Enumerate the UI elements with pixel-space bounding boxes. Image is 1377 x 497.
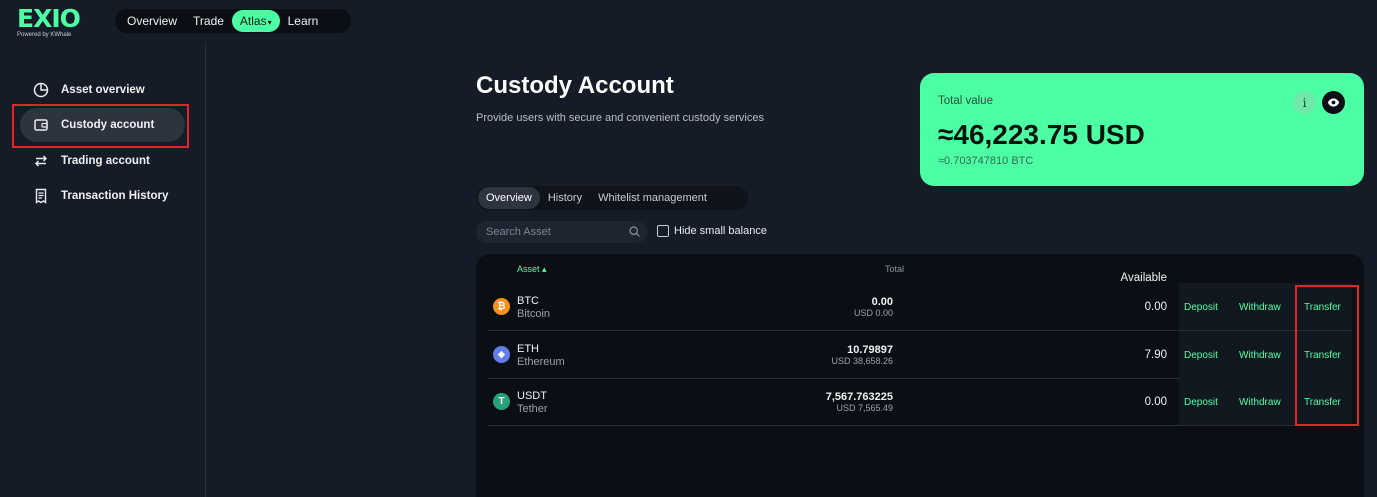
receipt-icon [32,187,50,205]
logo-wordmark: EXIO [17,4,81,33]
sort-up-icon: ▴ [542,264,547,274]
tab-history[interactable]: History [540,187,590,209]
account-tabs: Overview History Whitelist management [476,186,748,210]
asset-symbol: USDT [517,390,547,402]
sidebar-item-transaction-history[interactable]: Transaction History [20,179,185,213]
nav-atlas[interactable]: Atlas▾ [231,10,280,32]
highlight-custody-account [12,104,189,148]
withdraw-button[interactable]: Withdraw [1239,397,1281,408]
exio-logo[interactable]: EXIO Powered by KWhale [17,6,97,38]
chevron-down-icon: ▾ [267,18,272,27]
total-value-label: Total value [938,95,993,107]
eye-icon[interactable] [1322,91,1345,114]
hide-small-balance-checkbox[interactable] [657,225,669,237]
bitcoin-icon: ₿ [493,298,510,315]
asset-total: 0.00 [871,296,893,308]
table-row: ◆ ETH Ethereum 10.79897 USD 38,658.26 7.… [488,331,1352,379]
tab-whitelist-management[interactable]: Whitelist management [590,187,715,209]
asset-name: Ethereum [517,356,565,368]
asset-total: 7,567.763225 [825,391,893,403]
table-row: ₿ BTC Bitcoin 0.00 USD 0.00 0.00 Deposit… [488,283,1352,331]
page-subtitle: Provide users with secure and convenient… [476,112,764,124]
total-value-card: Total value ≈46,223.75 USD ≈0.703747810 … [920,73,1364,186]
swap-arrows-icon [32,152,50,170]
deposit-button[interactable]: Deposit [1184,350,1218,361]
sidebar-item-trading-account[interactable]: Trading account [20,144,185,178]
hide-small-balance-label: Hide small balance [674,225,767,237]
hide-small-balance-toggle[interactable]: Hide small balance [657,225,767,237]
page-title: Custody Account [476,72,674,99]
highlight-transfer-column [1295,285,1359,426]
asset-name: Tether [517,403,548,415]
nav-trade[interactable]: Trade [185,10,232,32]
sidebar-item-asset-overview[interactable]: Asset overview [20,73,185,107]
asset-symbol: BTC [517,295,539,307]
tether-icon: T [493,393,510,410]
nav-atlas-label: Atlas [239,14,267,28]
nav-learn[interactable]: Learn [280,10,327,32]
info-icon[interactable]: i [1293,91,1316,114]
total-value-btc: ≈0.703747810 BTC [938,155,1034,167]
column-header-label: Asset [517,264,540,274]
column-header-asset[interactable]: Asset ▴ [517,264,547,275]
search-input[interactable] [486,224,626,240]
deposit-button[interactable]: Deposit [1184,302,1218,313]
table-row: T USDT Tether 7,567.763225 USD 7,565.49 … [488,378,1352,426]
asset-total-usd: USD 0.00 [853,308,893,318]
tab-overview[interactable]: Overview [478,187,540,209]
asset-total: 10.79897 [847,344,893,356]
pie-chart-icon [32,81,50,99]
withdraw-button[interactable]: Withdraw [1239,350,1281,361]
logo-tagline: Powered by KWhale [17,32,72,38]
asset-total-usd: USD 38,658.26 [831,356,893,366]
total-value-amount: ≈46,223.75 USD [938,119,1145,150]
withdraw-button[interactable]: Withdraw [1239,302,1281,313]
top-navigation: Overview Trade Atlas▾ Learn [115,9,351,33]
asset-available: 0.00 [1144,301,1167,313]
sidebar-item-label: Transaction History [61,190,169,202]
deposit-button[interactable]: Deposit [1184,397,1218,408]
asset-table: Asset ▴ Total Available ₿ BTC Bitcoin 0.… [476,254,1364,497]
nav-overview[interactable]: Overview [119,10,185,32]
sidebar-item-label: Trading account [61,155,150,167]
asset-available: 7.90 [1144,349,1167,361]
search-box [476,221,647,243]
asset-name: Bitcoin [517,308,551,320]
ethereum-icon: ◆ [493,346,510,363]
search-icon[interactable] [628,225,641,243]
asset-total-usd: USD 7,565.49 [836,403,893,413]
column-header-total: Total [884,264,904,274]
asset-symbol: ETH [517,343,539,355]
asset-available: 0.00 [1144,396,1167,408]
sidebar-item-label: Asset overview [61,84,145,96]
